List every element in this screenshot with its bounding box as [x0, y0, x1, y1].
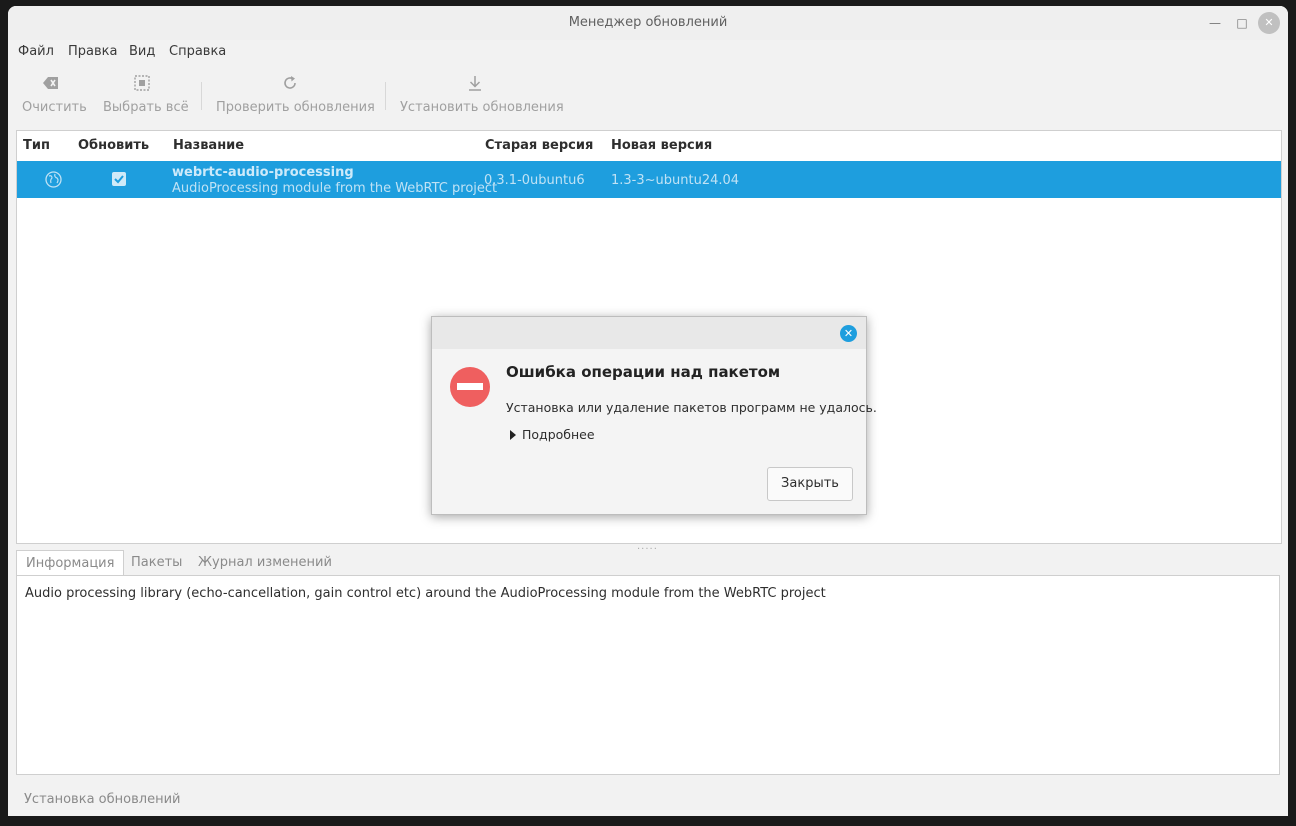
column-old-version[interactable]: Старая версия [485, 138, 593, 153]
menu-help[interactable]: Справка [169, 44, 226, 59]
minimize-button[interactable]: — [1204, 12, 1226, 34]
info-text: Audio processing library (echo-cancellat… [25, 586, 826, 601]
check-updates-button[interactable]: Проверить обновления [216, 72, 375, 115]
maximize-button[interactable]: □ [1231, 12, 1253, 34]
select-all-icon [103, 72, 181, 94]
column-name[interactable]: Название [173, 138, 244, 153]
status-bar-text: Установка обновлений [24, 792, 181, 807]
close-window-button[interactable]: ✕ [1258, 12, 1280, 34]
select-all-button[interactable]: Выбрать всё [103, 72, 189, 115]
clear-button[interactable]: Очистить [22, 72, 87, 115]
column-update[interactable]: Обновить [78, 138, 149, 153]
check-updates-label: Проверить обновления [216, 100, 375, 115]
old-version: 0.3.1-0ubuntu6 [484, 173, 585, 188]
info-panel: Audio processing library (echo-cancellat… [16, 575, 1280, 775]
install-updates-button[interactable]: Установить обновления [400, 72, 564, 115]
table-row[interactable]: webrtc-audio-processing AudioProcessing … [17, 161, 1281, 198]
dialog-message: Установка или удаление пакетов программ … [506, 400, 877, 415]
menu-edit[interactable]: Правка [68, 44, 117, 59]
column-new-version[interactable]: Новая версия [611, 138, 712, 153]
column-type[interactable]: Тип [23, 138, 50, 153]
dialog-header[interactable]: ✕ [432, 317, 866, 349]
install-updates-label: Установить обновления [400, 100, 564, 115]
title-bar[interactable]: Менеджер обновлений — □ ✕ [8, 6, 1288, 40]
tab-info[interactable]: Информация [16, 550, 125, 577]
details-expander[interactable]: Подробнее [510, 427, 595, 442]
toolbar-separator [385, 82, 386, 110]
expander-arrow-icon [510, 430, 516, 440]
dialog-title: Ошибка операции над пакетом [506, 363, 781, 381]
menu-view[interactable]: Вид [129, 44, 155, 59]
new-version: 1.3-3~ubuntu24.04 [611, 173, 740, 188]
details-tabs: Информация Пакеты Журнал изменений [16, 550, 1280, 577]
menu-bar: Файл Правка Вид Справка [8, 42, 1288, 62]
backspace-icon [22, 72, 80, 94]
tab-changelog[interactable]: Журнал изменений [189, 550, 341, 576]
toolbar-separator [201, 82, 202, 110]
error-dialog: ✕ Ошибка операции над пакетом Установка … [431, 316, 877, 515]
clear-label: Очистить [22, 100, 87, 115]
list-header: Тип Обновить Название Старая версия Нова… [17, 131, 1281, 159]
package-name: webrtc-audio-processing [172, 165, 354, 180]
refresh-icon [216, 72, 364, 94]
select-all-label: Выбрать всё [103, 100, 189, 115]
tab-packages[interactable]: Пакеты [122, 550, 191, 576]
update-checkbox[interactable] [112, 172, 126, 186]
download-icon [400, 72, 550, 94]
dialog-close-button[interactable]: Закрыть [767, 467, 853, 501]
menu-file[interactable]: Файл [18, 44, 54, 59]
error-icon [450, 367, 490, 407]
dialog-close-icon[interactable]: ✕ [840, 325, 857, 342]
window-title: Менеджер обновлений [568, 15, 728, 30]
toolbar: Очистить Выбрать всё Проверить обновлени… [8, 72, 1288, 122]
globe-icon [45, 171, 62, 192]
package-description: AudioProcessing module from the WebRTC p… [172, 181, 498, 196]
details-expander-label: Подробнее [522, 427, 595, 442]
